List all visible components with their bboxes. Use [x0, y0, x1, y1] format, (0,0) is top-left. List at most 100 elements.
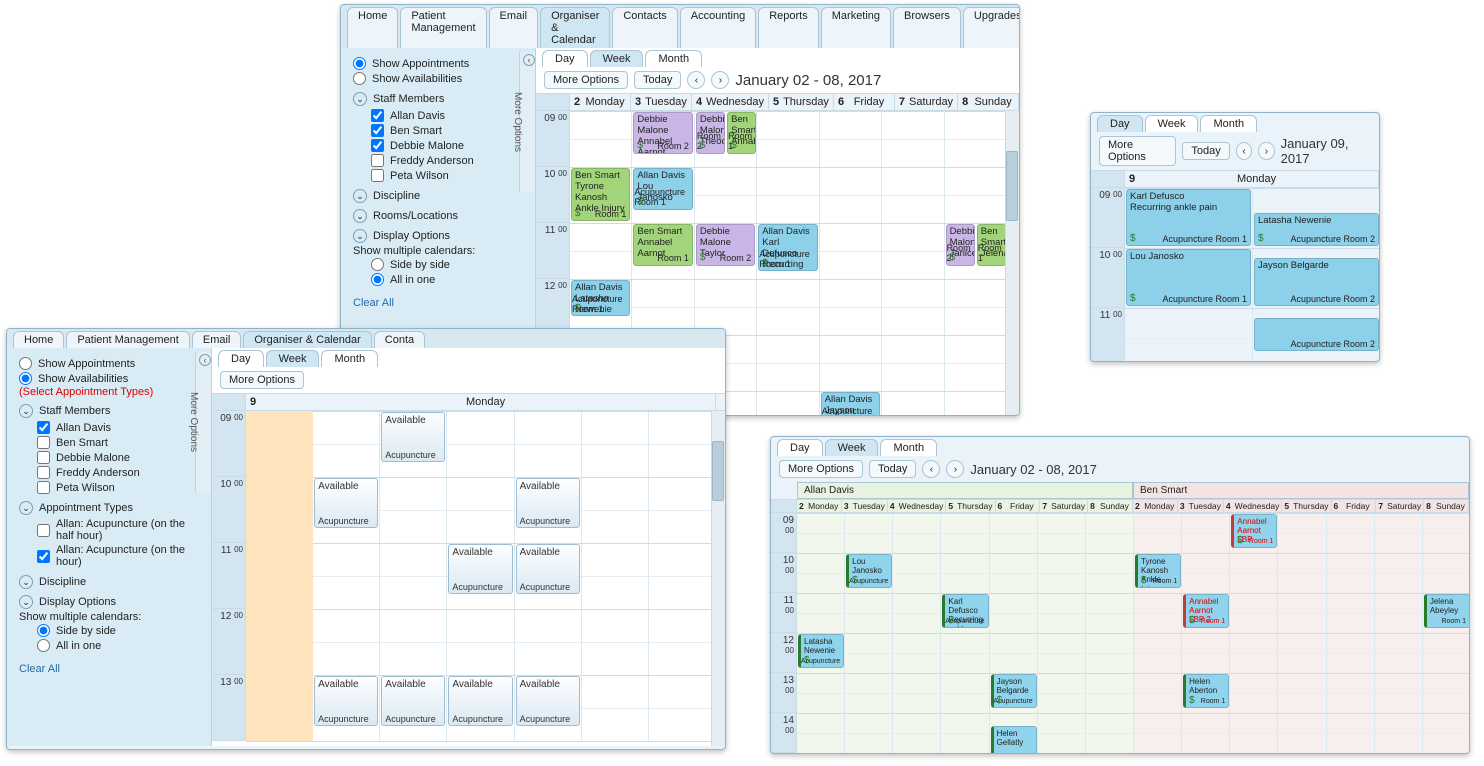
tab-week[interactable]: Week — [266, 350, 320, 367]
tab-email[interactable]: Email — [489, 7, 539, 48]
more-options-button[interactable]: More Options — [220, 371, 304, 389]
tab-week[interactable]: Week — [825, 439, 879, 456]
staff-checkbox[interactable]: Allan Davis — [37, 420, 201, 435]
calendar-grid[interactable]: Karl DefuscoRecurring ankle painAcupunct… — [1125, 188, 1379, 362]
next-button[interactable]: › — [1258, 142, 1274, 160]
appointment[interactable]: Ben SmartTyrone KanoshAnkle InjuryRoom 1… — [571, 168, 630, 221]
section-appt-types[interactable]: ⌄Appointment Types — [19, 501, 201, 515]
staff-checkbox[interactable]: Debbie Malone — [371, 138, 525, 153]
tab-month[interactable]: Month — [880, 439, 937, 456]
next-button[interactable]: › — [711, 71, 729, 89]
tab-conta[interactable]: Conta — [374, 331, 425, 348]
radio-show-availabilities[interactable]: Show Availabilities — [353, 71, 525, 86]
tab-patient-management[interactable]: Patient Management — [66, 331, 190, 348]
tab-browsers[interactable]: Browsers — [893, 7, 961, 48]
tab-upgrades[interactable]: Upgrades — [963, 7, 1020, 48]
radio-all-in-one[interactable]: All in one — [37, 638, 201, 653]
clear-all-link[interactable]: Clear All — [353, 297, 394, 309]
tab-marketing[interactable]: Marketing — [821, 7, 891, 48]
more-options-toggle[interactable]: ‹More Options — [195, 352, 211, 492]
staff-checkbox[interactable]: Allan: Acupuncture (on the hour) — [37, 543, 201, 569]
appointment[interactable]: BenSmartAnnabelRoom 1$ — [727, 112, 756, 154]
staff-checkbox[interactable]: Freddy Anderson — [37, 465, 201, 480]
appointment[interactable]: JelenaAbeyleyRoom 1 — [1424, 594, 1469, 628]
staff-checkbox[interactable]: Ben Smart — [371, 123, 525, 138]
available-slot[interactable]: AvailableAcupuncture — [381, 412, 445, 462]
section-rooms[interactable]: ⌄Rooms/Locations — [353, 209, 525, 223]
tab-accounting[interactable]: Accounting — [680, 7, 756, 48]
appointment[interactable]: Karl DefuscoRecurring ankle painAcupunct… — [1126, 189, 1251, 246]
section-discipline[interactable]: ⌄Discipline — [353, 189, 525, 203]
appointment[interactable]: DebbieMaloneTheodorRoom 2$ — [696, 112, 725, 154]
tab-day[interactable]: Day — [777, 439, 823, 456]
section-display[interactable]: ⌄Display Options — [353, 229, 525, 243]
tab-day[interactable]: Day — [218, 350, 264, 367]
tab-email[interactable]: Email — [192, 331, 242, 348]
tab-patient-management[interactable]: Patient Management — [400, 7, 486, 48]
appointment[interactable]: Jayson BelgardeAcupuncture Room 2 — [1254, 258, 1379, 306]
tab-reports[interactable]: Reports — [758, 7, 819, 48]
radio-side-by-side[interactable]: Side by side — [371, 257, 525, 272]
clear-all-link[interactable]: Clear All — [19, 663, 60, 675]
appointment[interactable]: JaysonBelgardeAcupuncture$ — [991, 674, 1037, 708]
radio-show-appointments[interactable]: Show Appointments — [353, 56, 525, 71]
tab-contacts[interactable]: Contacts — [612, 7, 677, 48]
section-staff[interactable]: ⌄Staff Members — [353, 92, 525, 106]
radio-all-in-one[interactable]: All in one — [371, 272, 525, 287]
appointment[interactable]: DebbieMaloneJaniceRoom 2$ — [946, 224, 975, 266]
appointment[interactable]: Allan DavisKarl DefuscoRecurring ankle p… — [758, 224, 817, 271]
appointment[interactable]: Allan DavisJayson BelgardeAcupuncture Ro… — [821, 392, 880, 416]
appointment[interactable]: HelenAbertonRoom 1$ — [1183, 674, 1229, 708]
appointment[interactable]: BenSmartJelenaRoom 1 — [977, 224, 1006, 266]
available-slot[interactable]: AvailableAcupuncture — [314, 676, 378, 726]
staff-checkbox[interactable]: Freddy Anderson — [371, 153, 525, 168]
tab-organiser-calendar[interactable]: Organiser & Calendar — [540, 7, 610, 48]
tab-month[interactable]: Month — [645, 50, 702, 67]
tab-month[interactable]: Month — [321, 350, 378, 367]
staff-checkbox[interactable]: Allan: Acupuncture (on the half hour) — [37, 517, 201, 543]
scrollbar[interactable] — [1005, 111, 1019, 416]
more-options-button[interactable]: More Options — [779, 460, 863, 478]
staff-checkbox[interactable]: Peta Wilson — [371, 168, 525, 183]
tab-home[interactable]: Home — [347, 7, 398, 48]
today-button[interactable]: Today — [869, 460, 916, 478]
appointment[interactable]: AnnabelAarnotLBP 2Room 1$ — [1183, 594, 1229, 628]
prev-button[interactable]: ‹ — [687, 71, 705, 89]
appointment[interactable]: Ben SmartAnnabel AarnotRoom 1 — [633, 224, 692, 266]
scrollbar[interactable] — [711, 411, 725, 746]
appointment[interactable]: Karl DefuscoRecurringankle painAcupunctu… — [942, 594, 988, 628]
section-discipline[interactable]: ⌄Discipline — [19, 575, 201, 589]
radio-show-appointments[interactable]: Show Appointments — [19, 356, 201, 371]
available-slot[interactable]: AvailableAcupuncture — [381, 676, 445, 726]
available-slot[interactable]: AvailableAcupuncture — [314, 478, 378, 528]
appointment[interactable]: Lou JanoskoAcupuncture$ — [846, 554, 892, 588]
staff-checkbox[interactable]: Ben Smart — [37, 435, 201, 450]
appointment[interactable]: Allan DavisLatasha NewenieAcupuncture Ro… — [571, 280, 630, 316]
tab-week[interactable]: Week — [590, 50, 644, 67]
section-display[interactable]: ⌄Display Options — [19, 595, 201, 609]
available-slot[interactable]: AvailableAcupuncture — [516, 478, 580, 528]
section-staff[interactable]: ⌄Staff Members — [19, 404, 201, 418]
select-types-link[interactable]: (Select Appointment Types) — [19, 386, 201, 398]
tab-organiser-calendar[interactable]: Organiser & Calendar — [243, 331, 371, 348]
appointment[interactable]: AnnabelAarnotLBPRoom 1$ — [1231, 514, 1277, 548]
tab-home[interactable]: Home — [13, 331, 64, 348]
next-button[interactable]: › — [946, 460, 964, 478]
appointment[interactable]: TyroneKanoshAnkle InjuryRoom 1$ — [1135, 554, 1181, 588]
staff-checkbox[interactable]: Debbie Malone — [37, 450, 201, 465]
available-slot[interactable]: AvailableAcupuncture — [448, 544, 512, 594]
tab-week[interactable]: Week — [1145, 115, 1199, 132]
tab-month[interactable]: Month — [1200, 115, 1257, 132]
appointment[interactable]: Acupuncture Room 2 — [1254, 318, 1379, 351]
more-options-toggle[interactable]: ‹More Options — [519, 52, 535, 192]
appointment[interactable]: DebbieMaloneTaylorRoom 2$ — [696, 224, 755, 266]
appointment[interactable]: Allan DavisLou JanoskoAcupuncture Room 1… — [633, 168, 692, 210]
prev-button[interactable]: ‹ — [922, 460, 940, 478]
calendar-grid[interactable]: AvailableAcupunctureAvailableAcupuncture… — [246, 411, 716, 741]
more-options-button[interactable]: More Options — [544, 71, 628, 89]
appointment[interactable]: Latasha NewenieAcupuncture Room 2$ — [1254, 213, 1379, 246]
available-slot[interactable]: AvailableAcupuncture — [516, 676, 580, 726]
radio-show-availabilities[interactable]: Show Availabilities — [19, 371, 201, 386]
available-slot[interactable]: AvailableAcupuncture — [448, 676, 512, 726]
today-button[interactable]: Today — [634, 71, 681, 89]
